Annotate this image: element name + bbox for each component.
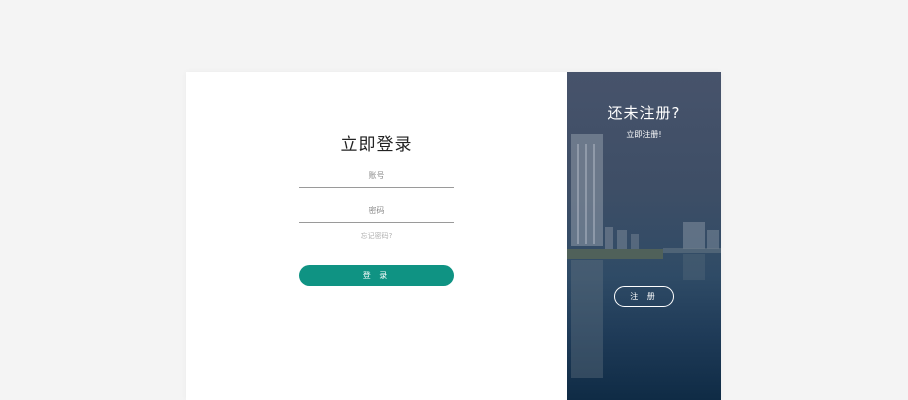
register-panel: 还未注册? 立即注册! 注 册 bbox=[567, 72, 721, 400]
page: 立即登录 忘记密码? 登 录 bbox=[0, 0, 908, 400]
account-input[interactable] bbox=[299, 163, 454, 188]
register-button[interactable]: 注 册 bbox=[614, 286, 674, 307]
forgot-password-link[interactable]: 忘记密码? bbox=[186, 231, 567, 241]
building-shape bbox=[617, 230, 627, 249]
building-shape bbox=[605, 227, 613, 249]
shoreline-shape bbox=[663, 248, 721, 253]
register-subtitle: 立即注册! bbox=[626, 130, 662, 139]
shoreline-shape bbox=[567, 249, 663, 259]
building-shape bbox=[707, 230, 719, 249]
tower-line bbox=[593, 144, 595, 244]
login-panel: 立即登录 忘记密码? 登 录 bbox=[186, 72, 567, 400]
password-input[interactable] bbox=[299, 198, 454, 223]
tower-line bbox=[585, 144, 587, 244]
building-reflection bbox=[683, 254, 705, 280]
login-title: 立即登录 bbox=[340, 135, 413, 155]
building-shape bbox=[683, 222, 705, 249]
building-shape bbox=[631, 234, 639, 249]
tower-reflection bbox=[571, 260, 603, 378]
tower-line bbox=[577, 144, 579, 244]
login-button[interactable]: 登 录 bbox=[299, 265, 454, 286]
register-title: 还未注册? bbox=[607, 104, 681, 122]
auth-card: 立即登录 忘记密码? 登 录 bbox=[186, 72, 721, 400]
